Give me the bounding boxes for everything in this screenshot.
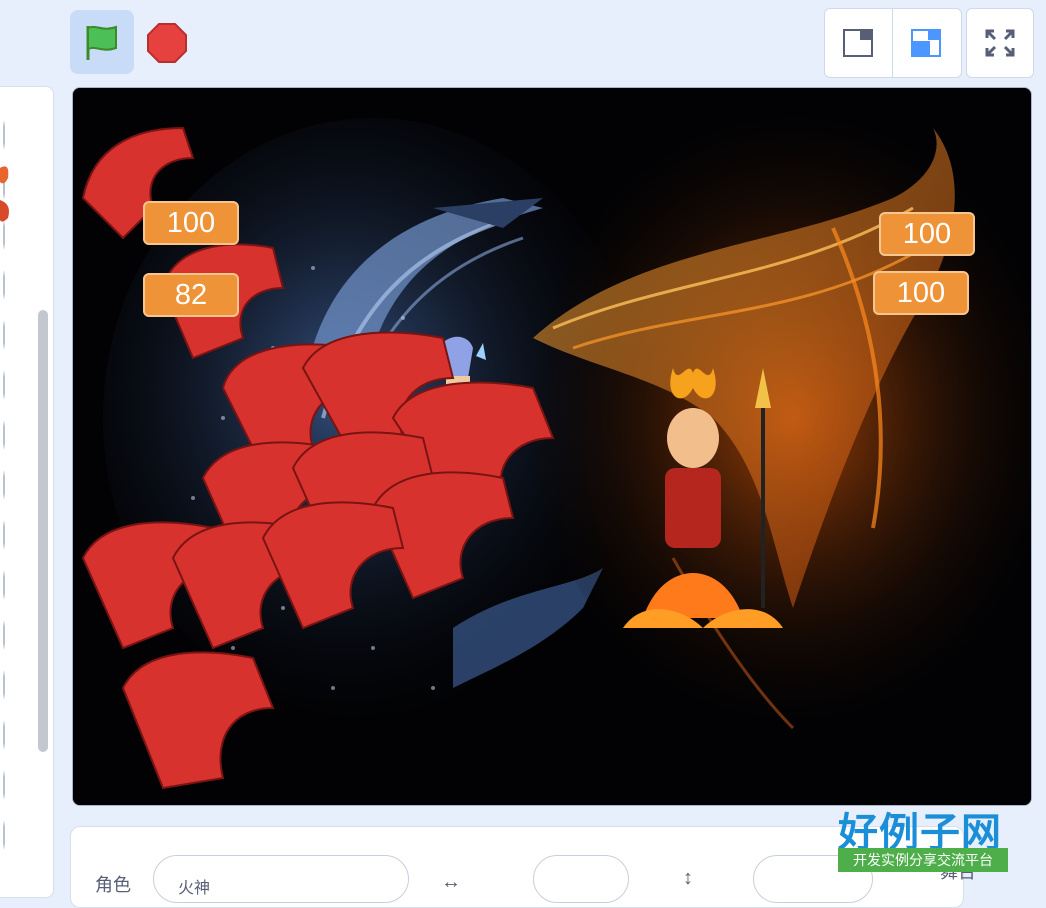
sprite-name-input[interactable]: 火神	[153, 855, 409, 903]
green-flag-icon	[86, 25, 117, 60]
sprite-list-scrollbar[interactable]	[38, 310, 48, 752]
x-position-icon: ↔	[441, 871, 461, 893]
stop-button[interactable]	[146, 22, 188, 64]
stage-size-toggle	[824, 8, 962, 78]
sprite-thumbnail[interactable]	[0, 160, 14, 230]
variable-monitor-right-top[interactable]: 100	[879, 212, 975, 256]
sprite-name-label: 角色	[95, 875, 131, 895]
x-position-input[interactable]	[533, 855, 629, 903]
large-stage-icon	[911, 29, 941, 57]
stage-canvas[interactable]: 100 82 100 100	[72, 87, 1032, 806]
fullscreen-icon	[985, 29, 1015, 57]
stop-icon	[147, 23, 187, 63]
green-flag-button[interactable]	[70, 10, 134, 74]
small-stage-icon	[843, 29, 873, 57]
y-position-icon: ↕	[683, 867, 693, 889]
small-stage-button[interactable]	[825, 9, 893, 77]
variable-monitor-left-top[interactable]: 100	[143, 201, 239, 245]
watermark-subtitle: 开发实例分享交流平台	[838, 848, 1008, 872]
stage-header	[0, 0, 1046, 84]
watermark-logo: 好例子网 开发实例分享交流平台	[838, 800, 1008, 874]
sprite-info-panel: 角色 火神 ↔ ↕	[70, 826, 964, 908]
large-stage-button[interactable]	[893, 9, 960, 77]
variable-monitor-right-bottom[interactable]: 100	[873, 271, 969, 315]
variable-monitor-left-bottom[interactable]: 82	[143, 273, 239, 317]
fullscreen-button[interactable]	[966, 8, 1034, 78]
stage-backdrop	[73, 88, 1031, 805]
